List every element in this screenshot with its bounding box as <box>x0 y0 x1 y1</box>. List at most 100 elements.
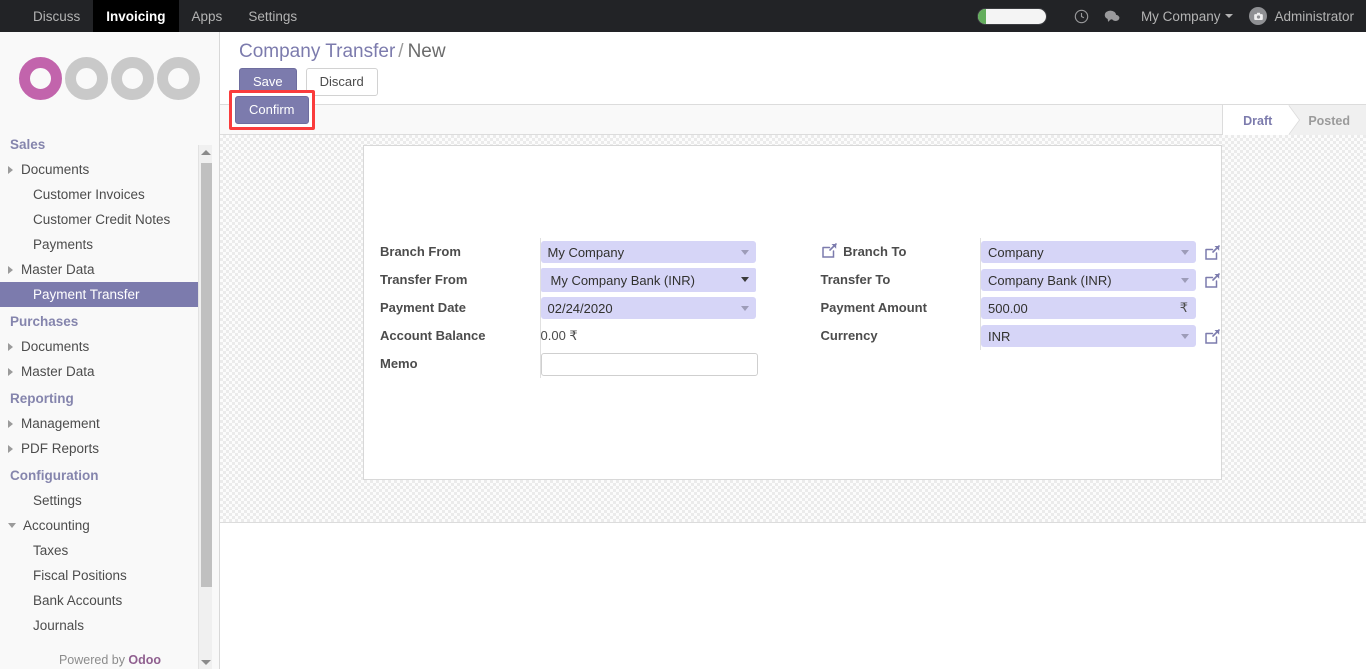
nav-menu-settings[interactable]: Settings <box>235 0 310 32</box>
transfer-to-value: Company Bank (INR) <box>988 272 1112 288</box>
label-transfer-to: Transfer To <box>820 266 981 294</box>
confirm-button[interactable]: Confirm <box>235 96 309 124</box>
loading-progress-fill <box>977 8 986 24</box>
chat-bubble-icon[interactable] <box>1097 0 1127 32</box>
clock-icon[interactable] <box>1067 0 1097 32</box>
sidebar-item-label: Journals <box>33 618 85 633</box>
status-stages: Draft Posted <box>1222 105 1366 136</box>
form-row-account-balance: Account Balance 0.00 ₹ <box>380 322 758 350</box>
label-currency: Currency <box>820 322 981 350</box>
chevron-right-icon <box>8 367 13 376</box>
sidebar-item-bank-accounts[interactable]: Bank Accounts <box>0 588 219 613</box>
action-statusbar: Confirm Draft Posted <box>220 90 1366 136</box>
chevron-down-icon <box>1225 14 1234 18</box>
sidebar-item-label: Documents <box>21 339 90 354</box>
sidebar-item-taxes[interactable]: Taxes <box>0 538 219 563</box>
currency-symbol: ₹ <box>1179 300 1188 315</box>
sidebar-item-label: Payment Transfer <box>33 287 140 302</box>
breadcrumb: Company Transfer / New <box>220 32 1366 68</box>
memo-field[interactable] <box>540 352 758 376</box>
form-row-memo: Memo <box>380 350 758 378</box>
sidebar-item-label: Settings <box>33 493 82 508</box>
company-switcher[interactable]: My Company <box>1127 9 1244 24</box>
branch-from-internal-link-icon[interactable] <box>821 241 838 258</box>
sidebar-section-purchases: Purchases <box>10 314 79 329</box>
label-branch-to: Branch To <box>820 238 981 266</box>
scroll-up-arrow-icon[interactable] <box>201 150 211 155</box>
logo-ring-1 <box>19 56 62 100</box>
main-content: Company Transfer / New Save Discard Confir… <box>220 32 1366 669</box>
sidebar-scrollbar[interactable] <box>198 145 212 669</box>
chevron-right-icon <box>8 165 13 174</box>
label-account-balance: Account Balance <box>380 322 541 350</box>
logo-ring-3 <box>111 56 154 100</box>
transfer-from-value: My Company Bank (INR) <box>550 272 695 288</box>
sidebar-section-sales: Sales <box>10 137 46 152</box>
payment-amount-field[interactable]: 500.00 ₹ <box>981 297 1196 319</box>
sidebar-item-purchases-documents[interactable]: Documents <box>0 334 219 359</box>
nav-menu-discuss[interactable]: Discuss <box>20 0 93 32</box>
odoo-brand-link[interactable]: Odoo <box>128 653 161 667</box>
chevron-right-icon <box>8 342 13 351</box>
sidebar-item-customer-invoices[interactable]: Customer Invoices <box>0 182 219 207</box>
sidebar-item-settings[interactable]: Settings <box>0 488 219 513</box>
branch-from-field[interactable]: My Company <box>540 241 756 263</box>
sidebar-item-label: Bank Accounts <box>33 593 123 608</box>
form-background: Branch From My Company Transfer From My … <box>220 135 1366 523</box>
branch-to-field[interactable]: Company <box>981 241 1196 263</box>
odoo-window: Discuss Invoicing Apps Settings My Compa… <box>0 0 1366 669</box>
transfer-to-field[interactable]: Company Bank (INR) <box>981 269 1196 291</box>
sidebar-item-fiscal-positions[interactable]: Fiscal Positions <box>0 563 219 588</box>
chevron-right-icon <box>8 265 13 274</box>
sidebar-section-configuration: Configuration <box>10 468 99 483</box>
currency-field[interactable]: INR <box>981 325 1196 347</box>
chevron-right-icon <box>8 419 13 428</box>
avatar <box>1249 7 1268 25</box>
sidebar-section-reporting: Reporting <box>10 391 74 406</box>
chevron-down-icon <box>1181 250 1189 255</box>
label-memo: Memo <box>380 350 541 378</box>
sidebar-item-accounting[interactable]: Accounting <box>0 513 219 538</box>
form-row-payment-amount: Payment Amount 500.00 ₹ <box>820 294 1222 322</box>
user-menu[interactable]: Administrator <box>1243 7 1354 25</box>
breadcrumb-parent[interactable]: Company Transfer <box>239 41 395 62</box>
sidebar-menu: Sales Documents Customer Invoices Custom… <box>0 124 219 638</box>
form-row-branch-from: Branch From My Company <box>380 238 758 266</box>
sidebar-item-label: Accounting <box>23 518 90 533</box>
sidebar-item-label: Master Data <box>21 262 95 277</box>
navbar-systray: My Company Administrator <box>976 0 1366 32</box>
sidebar-item-payment-transfer[interactable]: Payment Transfer <box>0 282 205 307</box>
discard-button[interactable]: Discard <box>305 68 378 96</box>
form-row-currency: Currency INR <box>820 322 1222 350</box>
currency-internal-link-icon[interactable] <box>1204 328 1221 345</box>
calendar-chevron-icon <box>740 306 749 311</box>
form-column-left: Branch From My Company Transfer From My … <box>364 238 793 378</box>
form-row-branch-to: Branch To Company <box>820 238 1222 266</box>
transfer-from-field[interactable]: My Company Bank (INR) <box>540 268 756 292</box>
user-menu-label: Administrator <box>1274 8 1354 24</box>
sidebar-item-payments[interactable]: Payments <box>0 232 219 257</box>
nav-menu-apps[interactable]: Apps <box>179 0 236 32</box>
status-stage-draft[interactable]: Draft <box>1223 105 1301 136</box>
sidebar-item-sales-documents[interactable]: Documents <box>0 157 219 182</box>
branch-to-internal-link-icon[interactable] <box>1204 244 1221 261</box>
record-toolbar: Save Discard <box>220 68 1366 104</box>
payment-date-value: 02/24/2020 <box>547 300 613 316</box>
nav-menu-invoicing[interactable]: Invoicing <box>93 0 179 32</box>
branch-to-value: Company <box>988 244 1044 260</box>
form-row-transfer-from: Transfer From My Company Bank (INR) <box>380 266 758 294</box>
logo-ring-4 <box>157 56 200 100</box>
payment-date-field[interactable]: 02/24/2020 <box>540 297 756 319</box>
loading-progress-bar <box>976 7 1047 25</box>
odoo-logo[interactable] <box>0 32 219 124</box>
sidebar-item-journals[interactable]: Journals <box>0 613 219 638</box>
sidebar-item-sales-master-data[interactable]: Master Data <box>0 257 219 282</box>
sidebar-item-purchases-master-data[interactable]: Master Data <box>0 359 219 384</box>
transfer-to-internal-link-icon[interactable] <box>1204 272 1221 289</box>
sidebar-item-management[interactable]: Management <box>0 411 219 436</box>
label-branch-from: Branch From <box>380 238 541 266</box>
sidebar-item-pdf-reports[interactable]: PDF Reports <box>0 436 219 461</box>
powered-by-text: Powered by <box>58 653 129 667</box>
sidebar-item-customer-credit-notes[interactable]: Customer Credit Notes <box>0 207 219 232</box>
sidebar-scrollbar-thumb[interactable] <box>200 163 212 587</box>
